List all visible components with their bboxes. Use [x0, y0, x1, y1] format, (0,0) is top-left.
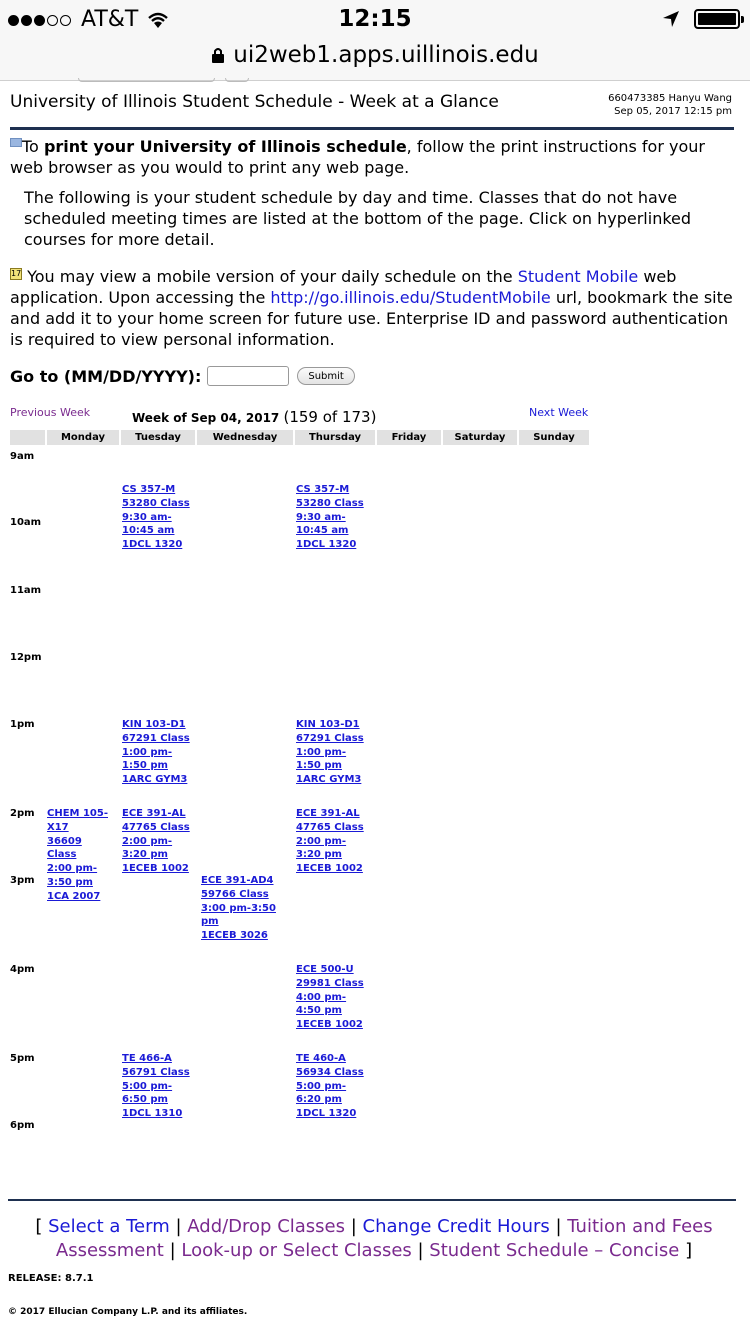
day-header-sunday: Sunday [519, 430, 589, 445]
copyright: © 2017 Ellucian Company L.P. and its aff… [8, 1307, 248, 1317]
day-header-monday: Monday [47, 430, 119, 445]
current-datetime: Sep 05, 2017 12:15 pm [614, 106, 732, 117]
hour-label: 12pm [10, 652, 42, 663]
hour-label: 4pm [10, 964, 35, 975]
schedule-description: The following is your student schedule b… [24, 188, 692, 249]
class-event-te466-tue[interactable]: TE 466-A 56791 Class 5:00 pm- 6:50 pm 1DCL 1… [122, 1052, 190, 1121]
clock: 12:15 [338, 6, 412, 32]
footer-divider [8, 1199, 736, 1201]
day-header-wednesday: Wednesday [197, 430, 293, 445]
lock-icon [212, 48, 225, 63]
hour-label: 9am [10, 451, 35, 462]
week-title: Week of Sep 04, 2017 (159 of 173) [132, 408, 377, 426]
change-credit-hours-link[interactable]: Change Credit Hours [363, 1216, 550, 1237]
scroll-artifact [78, 78, 215, 82]
lookup-classes-link[interactable]: Look-up or Select Classes [181, 1240, 411, 1261]
mobile-notice: 17 You may view a mobile version of your… [10, 267, 733, 349]
hour-label: 10am [10, 517, 42, 528]
select-term-link[interactable]: Select a Term [48, 1216, 170, 1237]
student-mobile-url-link[interactable]: http://go.illinois.edu/StudentMobile [270, 288, 550, 307]
day-header-blank [10, 430, 45, 445]
class-event-ece391ad4-wed[interactable]: ECE 391-AD4 59766 Class 3:00 pm-3:50 pm 1ECE… [201, 874, 276, 943]
user-info: 660473385 Hanyu Wang Sep 05, 2017 12:15 … [608, 92, 732, 118]
hour-label: 11am [10, 585, 42, 596]
student-mobile-link[interactable]: Student Mobile [518, 267, 639, 286]
page-title: University of Illinois Student Schedule … [10, 92, 499, 112]
add-drop-classes-link[interactable]: Add/Drop Classes [187, 1216, 345, 1237]
class-event-chem105-mon[interactable]: CHEM 105- X17 36609 Class 2:00 pm- 3:50 pm 1CA… [47, 807, 108, 904]
class-event-ece391al-tue[interactable]: ECE 391-AL 47765 Class 2:00 pm- 3:20 pm 1ECE… [122, 807, 190, 876]
class-event-cs357-thu[interactable]: CS 357-M 53280 Class 9:30 am- 10:45 am 1DCL … [296, 483, 364, 552]
class-event-te460-thu[interactable]: TE 460-A 56934 Class 5:00 pm- 6:20 pm 1DCL 1… [296, 1052, 364, 1121]
user-id-name: 660473385 Hanyu Wang [608, 93, 732, 104]
scroll-artifact [225, 78, 249, 82]
print-instructions: To print your University of Illinois sch… [10, 137, 705, 177]
day-header-saturday: Saturday [443, 430, 517, 445]
day-header-thursday: Thursday [295, 430, 375, 445]
next-week-link[interactable]: Next Week [529, 406, 588, 419]
hour-label: 5pm [10, 1053, 35, 1064]
battery-icon [694, 9, 744, 29]
previous-week-link[interactable]: Previous Week [10, 406, 90, 419]
class-event-kin103-thu[interactable]: KIN 103-D1 67291 Class 1:00 pm- 1:50 pm 1ARC… [296, 718, 364, 787]
class-event-cs357-tue[interactable]: CS 357-M 53280 Class 9:30 am- 10:45 am 1DCL … [122, 483, 190, 552]
calendar-icon: 17 [10, 268, 22, 280]
release-version: RELEASE: 8.7.1 [8, 1273, 94, 1284]
hour-label: 1pm [10, 719, 35, 730]
schedule-concise-link[interactable]: Student Schedule – Concise [429, 1240, 679, 1261]
class-event-kin103-tue[interactable]: KIN 103-D1 67291 Class 1:00 pm- 1:50 pm 1ARC… [122, 718, 190, 787]
goto-date-form: Go to (MM/DD/YYYY): Submit [10, 366, 355, 386]
week-count: (159 of 173) [283, 408, 377, 426]
day-header-tuesday: Tuesday [121, 430, 195, 445]
status-bar: AT&T 12:15 [0, 0, 750, 42]
hour-label: 2pm [10, 808, 35, 819]
hour-label: 6pm [10, 1120, 35, 1131]
submit-button[interactable]: Submit [297, 367, 355, 385]
day-header-friday: Friday [377, 430, 441, 445]
url-text: ui2web1.apps.uillinois.edu [233, 42, 539, 68]
date-input[interactable] [207, 366, 290, 386]
header-divider [10, 127, 734, 130]
footer-nav: [ Select a Term | Add/Drop Classes | Cha… [35, 1216, 713, 1261]
info-icon [10, 138, 22, 147]
address-bar[interactable]: ui2web1.apps.uillinois.edu [0, 42, 750, 81]
goto-label: Go to (MM/DD/YYYY): [10, 366, 202, 386]
location-arrow-icon [663, 11, 679, 27]
class-event-ece391al-thu[interactable]: ECE 391-AL 47765 Class 2:00 pm- 3:20 pm 1ECE… [296, 807, 364, 876]
hour-label: 3pm [10, 875, 35, 886]
class-event-ece500-thu[interactable]: ECE 500-U 29981 Class 4:00 pm- 4:50 pm 1ECEB… [296, 963, 364, 1032]
